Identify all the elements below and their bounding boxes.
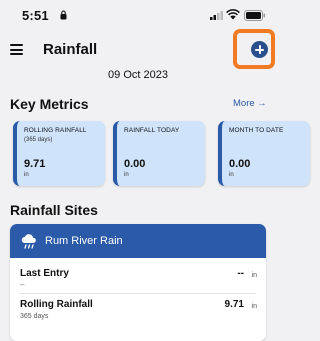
- status-bar: 5:51: [0, 0, 276, 30]
- metric-label: RAINFALL TODAY: [124, 127, 180, 134]
- rolling-rainfall-sub: 365 days: [20, 313, 49, 320]
- site-card-header[interactable]: Rum River Rain: [10, 224, 266, 258]
- metric-label: MONTH TO DATE: [229, 127, 284, 134]
- page-title: Rainfall: [43, 41, 98, 58]
- divider: [20, 293, 256, 294]
- more-link[interactable]: More →: [233, 98, 267, 109]
- add-site-button[interactable]: [251, 41, 268, 58]
- metric-card-rainfall-today[interactable]: RAINFALL TODAY 0.00 in: [113, 121, 205, 186]
- metric-card-month-to-date[interactable]: MONTH TO DATE 0.00 in: [218, 121, 310, 186]
- current-date: 09 Oct 2023: [108, 69, 168, 81]
- metric-value: 9.71: [24, 158, 46, 170]
- metric-card-rolling-rainfall[interactable]: ROLLING RAINFALL (365 days) 9.71 in: [13, 121, 105, 186]
- rain-cloud-icon: [21, 234, 36, 249]
- metric-value: 0.00: [124, 158, 146, 170]
- metric-label: ROLLING RAINFALL: [24, 127, 87, 134]
- last-entry-unit: in: [251, 272, 257, 279]
- metric-unit: in: [24, 172, 29, 178]
- last-entry-sub: --: [20, 282, 25, 289]
- key-metrics-title: Key Metrics: [10, 96, 89, 112]
- hamburger-menu-icon[interactable]: [10, 44, 23, 55]
- wifi-icon: [226, 9, 240, 20]
- metric-value: 0.00: [229, 158, 251, 170]
- metric-unit: in: [229, 172, 234, 178]
- rolling-rainfall-unit: in: [251, 303, 257, 310]
- last-entry-value: --: [237, 268, 244, 279]
- last-entry-label: Last Entry: [20, 268, 69, 279]
- metric-unit: in: [124, 172, 129, 178]
- site-name: Rum River Rain: [45, 235, 123, 247]
- rolling-rainfall-value: 9.71: [224, 299, 244, 310]
- site-card[interactable]: Rum River Rain Last Entry -- -- in Rolli…: [10, 224, 266, 341]
- rolling-rainfall-label: Rolling Rainfall: [20, 299, 93, 310]
- battery-icon: [244, 10, 266, 21]
- metric-sublabel: (365 days): [24, 137, 53, 143]
- lock-icon: [60, 10, 67, 20]
- signal-icon: [210, 11, 223, 20]
- rainfall-sites-title: Rainfall Sites: [10, 202, 98, 218]
- status-time: 5:51: [22, 8, 49, 23]
